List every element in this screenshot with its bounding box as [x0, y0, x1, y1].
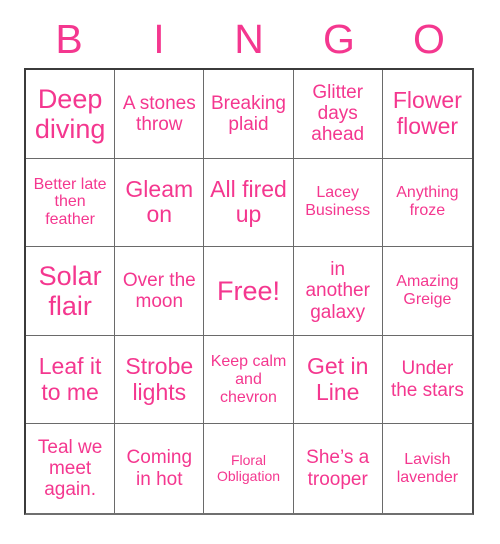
- bingo-cell-free[interactable]: Free!: [204, 247, 294, 336]
- bingo-cell[interactable]: Lavish lavender: [382, 424, 472, 513]
- bingo-cell[interactable]: Teal we meet again.: [26, 424, 116, 513]
- bingo-cell-label: Deep diving: [34, 83, 106, 144]
- bingo-cell-label: Gleam on: [125, 175, 194, 228]
- bingo-cell-label: Under the stars: [390, 358, 464, 401]
- header-letter-o: O: [413, 15, 445, 62]
- bingo-grid: Deep diving A stones throw Breaking plaid G…: [24, 68, 474, 515]
- bingo-cell-label: Free!: [216, 275, 280, 306]
- bingo-cell-label: Glitter days ahead: [311, 81, 365, 146]
- bingo-cell[interactable]: She’s a trooper: [293, 424, 383, 513]
- bingo-cell-label: Get in Line: [307, 352, 369, 405]
- bingo-card: B I N G O Deep diving A stones throw Break…: [0, 0, 500, 544]
- bingo-cell[interactable]: Anything froze: [382, 158, 472, 248]
- bingo-cell[interactable]: A stones throw: [115, 70, 205, 159]
- bingo-cell[interactable]: Breaking plaid: [204, 70, 294, 159]
- bingo-cell[interactable]: Floral Obligation: [204, 424, 294, 513]
- bingo-cell[interactable]: Solar flair: [26, 247, 116, 336]
- bingo-cell-label: Better late then feather: [33, 175, 107, 229]
- bingo-cell-label: Solar flair: [38, 260, 102, 321]
- bingo-cell-label: Floral Obligation: [216, 452, 281, 484]
- bingo-cell[interactable]: Glitter days ahead: [293, 70, 383, 159]
- bingo-cell[interactable]: Gleam on: [115, 158, 205, 248]
- bingo-cell-label: All fired up: [210, 175, 287, 228]
- bingo-cell[interactable]: Get in Line: [293, 335, 383, 425]
- bingo-cell[interactable]: Deep diving: [26, 70, 116, 159]
- bingo-cell[interactable]: in another galaxy: [293, 247, 383, 336]
- header-letter-n: N: [234, 15, 264, 62]
- bingo-cell-label: Keep calm and chevron: [210, 352, 287, 406]
- bingo-cell[interactable]: Lacey Business: [293, 158, 383, 248]
- bingo-cell[interactable]: Strobe lights: [115, 335, 205, 425]
- bingo-cell-label: A stones throw: [122, 92, 196, 135]
- bingo-header: B I N G O: [24, 14, 474, 64]
- bingo-cell-label: Over the moon: [122, 269, 196, 312]
- bingo-cell-label: Teal we meet again.: [37, 436, 103, 501]
- bingo-cell[interactable]: Keep calm and chevron: [204, 335, 294, 425]
- bingo-cell-label: Breaking plaid: [210, 92, 286, 135]
- bingo-cell[interactable]: Coming in hot: [115, 424, 205, 513]
- header-letter-i: I: [153, 15, 165, 62]
- bingo-cell[interactable]: Under the stars: [382, 335, 472, 425]
- bingo-cell-label: in another galaxy: [305, 259, 370, 323]
- bingo-cell-label: Anything froze: [396, 184, 459, 220]
- bingo-cell-label: Coming in hot: [126, 447, 193, 490]
- bingo-cell-label: Strobe lights: [125, 352, 194, 405]
- bingo-cell[interactable]: All fired up: [204, 158, 294, 248]
- bingo-cell[interactable]: Better late then feather: [26, 158, 116, 248]
- bingo-cell[interactable]: Amazing Greige: [382, 247, 472, 336]
- bingo-cell[interactable]: Flower flower: [382, 70, 472, 159]
- bingo-cell[interactable]: Over the moon: [115, 247, 205, 336]
- bingo-cell-label: She’s a trooper: [306, 447, 370, 490]
- header-letter-g: G: [323, 15, 355, 62]
- bingo-cell[interactable]: Leaf it to me: [26, 335, 116, 425]
- bingo-cell-label: Lavish lavender: [396, 450, 459, 486]
- bingo-cell-label: Amazing Greige: [396, 273, 459, 308]
- header-letter-b: B: [55, 15, 83, 62]
- bingo-cell-label: Leaf it to me: [38, 352, 102, 405]
- bingo-cell-label: Lacey Business: [305, 184, 371, 220]
- bingo-cell-label: Flower flower: [392, 87, 462, 139]
